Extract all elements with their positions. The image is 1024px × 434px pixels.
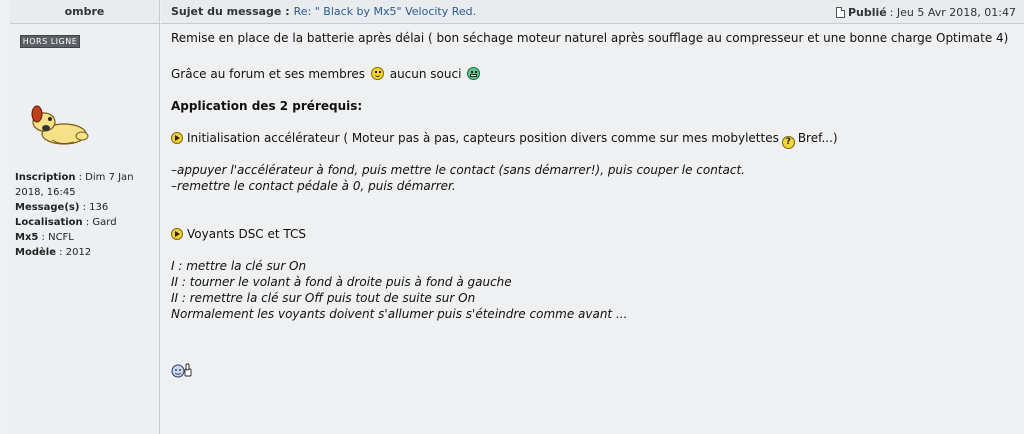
step-2: –remettre le contact pédale à 0, puis dé… — [171, 179, 456, 193]
dsc-step-4: Normalement les voyants doivent s'allume… — [171, 307, 628, 321]
published-date: : Jeu 5 Avr 2018, 01:47 — [889, 5, 1016, 19]
info-localisation: Localisation : Gard — [15, 217, 117, 228]
section-heading: Application des 2 prérequis: — [171, 99, 363, 113]
arrow-right-icon — [171, 228, 183, 240]
post-header: ombre Sujet du message : Re: " Black by … — [0, 0, 1024, 24]
smile-icon — [370, 67, 384, 80]
author-name[interactable]: ombre — [10, 0, 160, 24]
info-mx5: Mx5 : NCFL — [15, 232, 74, 243]
forum-post: ombre Sujet du message : Re: " Black by … — [0, 0, 1024, 434]
paragraph-2: Grâce au forum et ses membres aucun souc… — [171, 66, 482, 82]
info-inscription: Inscription : Dim 7 Jan 2018, 16:45 — [15, 172, 134, 198]
grin-icon — [467, 67, 481, 80]
question-icon: ? — [781, 136, 795, 149]
status-badge: HORS LIGNE — [20, 35, 80, 48]
paragraph-1: Remise en place de la batterie après dél… — [171, 31, 1009, 45]
thumbs-up-smiley-icon — [171, 363, 192, 378]
step-1: –appuyer l'accélérateur à fond, puis met… — [171, 163, 745, 177]
item-1: Initialisation accélérateur ( Moteur pas… — [171, 130, 838, 149]
published-label: Publié — [847, 5, 887, 19]
cartoon-dog-avatar-icon — [31, 105, 89, 145]
published-info: Publié : Jeu 5 Avr 2018, 01:47 — [835, 0, 1016, 24]
dsc-step-3: II : remettre la clé sur Off puis tout d… — [171, 291, 476, 305]
post-document-icon[interactable] — [835, 6, 845, 18]
dsc-step-2: II : tourner le volant à fond à droite p… — [171, 275, 512, 289]
arrow-right-icon — [171, 132, 183, 144]
info-messages: Message(s) : 136 — [15, 202, 109, 213]
subject-link[interactable]: Re: " Black by Mx5" Velocity Red. — [294, 5, 477, 18]
dsc-step-1: I : mettre la clé sur On — [171, 259, 307, 273]
item-2: Voyants DSC et TCS — [171, 226, 306, 242]
subject-label: Sujet du message : — [171, 5, 290, 18]
info-modele: Modèle : 2012 — [15, 247, 92, 258]
author-panel: HORS LIGNE Inscription : Dim 7 Jan 2018,… — [10, 24, 160, 434]
message-body: Remise en place de la batterie après dél… — [161, 24, 1024, 434]
author-info: Inscription : Dim 7 Jan 2018, 16:45 Mess… — [15, 170, 155, 260]
